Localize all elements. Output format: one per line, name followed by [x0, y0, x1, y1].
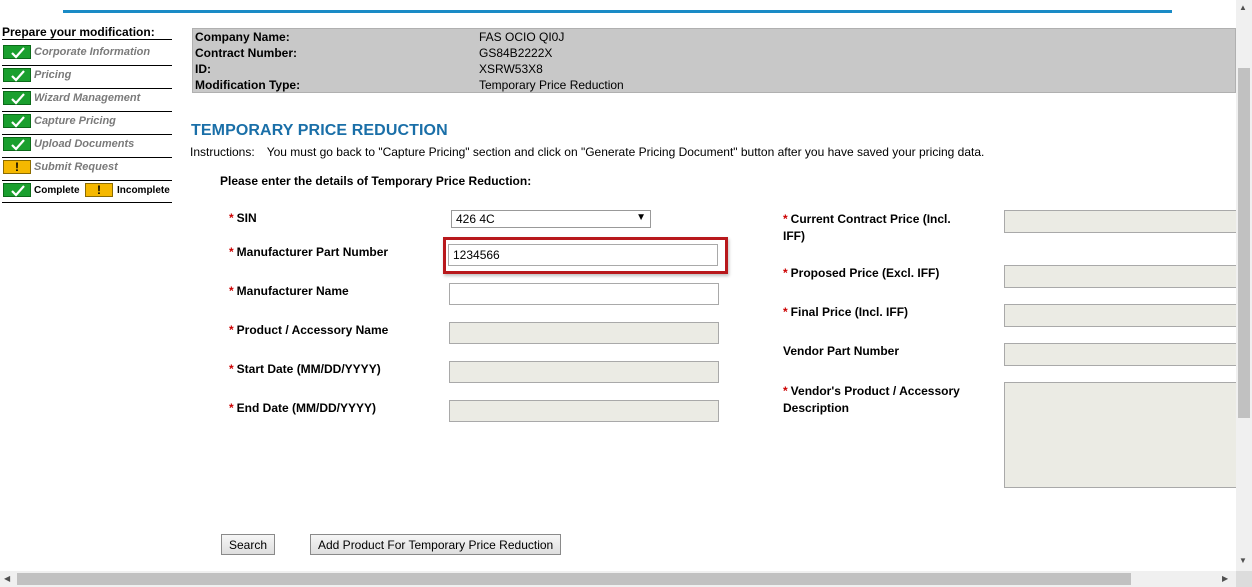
check-icon: [3, 137, 31, 151]
form-subheading: Please enter the details of Temporary Pr…: [220, 174, 532, 188]
instructions-text: You must go back to "Capture Pricing" se…: [266, 145, 985, 159]
proposed-price-label-text: Proposed Price (Excl. IFF): [790, 266, 940, 280]
sidebar-item-corporate-information[interactable]: Corporate Information: [2, 43, 172, 66]
mpn-label: * Manufacturer Part Number: [229, 245, 388, 259]
required-marker: *: [229, 323, 234, 337]
id-label: ID:: [195, 62, 211, 76]
sidebar-item-upload-documents[interactable]: Upload Documents: [2, 135, 172, 158]
current-price-input: [1004, 210, 1236, 233]
instructions-label: Instructions:: [190, 145, 255, 159]
required-marker: *: [229, 284, 234, 298]
required-marker: *: [229, 211, 234, 225]
start-date-input: [449, 361, 719, 383]
sidebar-item-label: Capture Pricing: [34, 115, 116, 127]
sidebar-item-wizard-management[interactable]: Wizard Management: [2, 89, 172, 112]
company-name-value: FAS OCIO QI0J: [479, 30, 565, 44]
add-product-button[interactable]: Add Product For Temporary Price Reductio…: [310, 534, 562, 555]
sidebar-item-capture-pricing[interactable]: Capture Pricing: [2, 112, 172, 135]
check-icon: [3, 91, 31, 105]
manufacturer-name-label-text: Manufacturer Name: [236, 284, 349, 298]
required-marker: *: [783, 305, 788, 319]
required-marker: *: [783, 384, 788, 398]
current-price-label: * Current Contract Price (Incl. IFF): [783, 211, 973, 245]
manufacturer-part-number-input[interactable]: [448, 244, 718, 266]
check-icon: [3, 183, 31, 197]
instructions: Instructions: You must go back to "Captur…: [190, 145, 984, 159]
sin-label: * SIN: [229, 211, 257, 225]
id-value: XSRW53X8: [479, 62, 543, 76]
horizontal-scrollbar[interactable]: ◀ ▶: [0, 571, 1236, 587]
sidebar-item-label: Upload Documents: [34, 138, 135, 150]
check-icon: [3, 45, 31, 59]
sin-selected-value: 426 4C: [456, 212, 495, 226]
start-date-label: * Start Date (MM/DD/YYYY): [229, 362, 381, 376]
contract-number-value: GS84B2222X: [479, 46, 553, 60]
scroll-left-icon[interactable]: ◀: [4, 574, 10, 583]
manufacturer-name-input[interactable]: [449, 283, 719, 305]
sidebar-item-submit-request[interactable]: ! Submit Request: [2, 158, 172, 181]
sidebar-title: Prepare your modification:: [2, 25, 172, 40]
sidebar-item-label: Submit Request: [34, 161, 118, 173]
required-marker: *: [229, 245, 234, 259]
vendor-part-number-input: [1004, 343, 1236, 366]
vertical-scrollbar[interactable]: ▲ ▼: [1236, 0, 1252, 571]
page-title: TEMPORARY PRICE REDUCTION: [191, 122, 448, 139]
scroll-right-icon[interactable]: ▶: [1222, 574, 1228, 583]
vendor-description-label: * Vendor's Product / Accessory Descriptio…: [783, 383, 973, 417]
scroll-down-icon[interactable]: ▼: [1239, 556, 1247, 565]
warning-icon: !: [85, 183, 113, 197]
sidebar-item-label: Pricing: [34, 69, 72, 81]
sidebar-item-label: Wizard Management: [34, 92, 141, 104]
legend-complete-label: Complete: [34, 185, 80, 196]
start-date-label-text: Start Date (MM/DD/YYYY): [236, 362, 381, 376]
final-price-input: [1004, 304, 1236, 327]
header-rule: [63, 10, 1172, 13]
modification-type-value: Temporary Price Reduction: [479, 78, 624, 92]
product-name-input: [449, 322, 719, 344]
proposed-price-input: [1004, 265, 1236, 288]
required-marker: *: [229, 362, 234, 376]
search-button[interactable]: Search: [221, 534, 276, 555]
vertical-scroll-thumb[interactable]: [1238, 68, 1250, 418]
sin-select[interactable]: 426 4C ▼: [451, 210, 651, 228]
company-name-label: Company Name:: [195, 30, 290, 44]
product-name-label: * Product / Accessory Name: [229, 323, 388, 337]
sin-label-text: SIN: [236, 211, 257, 225]
product-name-label-text: Product / Accessory Name: [236, 323, 389, 337]
vendor-description-textarea: [1004, 382, 1236, 488]
contract-number-label: Contract Number:: [195, 46, 298, 60]
end-date-label-text: End Date (MM/DD/YYYY): [236, 401, 377, 415]
dropdown-arrow-icon[interactable]: ▼: [636, 212, 646, 223]
required-marker: *: [229, 401, 234, 415]
modification-type-label: Modification Type:: [195, 78, 301, 92]
final-price-label: * Final Price (Incl. IFF): [783, 305, 908, 319]
horizontal-scroll-thumb[interactable]: [17, 573, 1131, 585]
legend-incomplete-label: Incomplete: [117, 185, 170, 196]
modification-info-panel: Company Name: FAS OCIO QI0J Contract Num…: [192, 28, 1236, 93]
mpn-label-text: Manufacturer Part Number: [236, 245, 389, 259]
status-legend: Complete ! Incomplete: [2, 181, 172, 203]
current-price-label-text: Current Contract Price (Incl. IFF): [783, 212, 951, 243]
final-price-label-text: Final Price (Incl. IFF): [790, 305, 909, 319]
scrollbar-corner: [1236, 571, 1252, 587]
scroll-up-icon[interactable]: ▲: [1239, 3, 1247, 12]
manufacturer-name-label: * Manufacturer Name: [229, 284, 349, 298]
vendor-description-label-text: Vendor's Product / Accessory Description: [783, 384, 960, 415]
end-date-label: * End Date (MM/DD/YYYY): [229, 401, 376, 415]
sidebar-item-pricing[interactable]: Pricing: [2, 66, 172, 89]
wizard-sidebar: Prepare your modification: Corporate Inf…: [2, 25, 172, 203]
vendor-part-number-label: Vendor Part Number: [783, 344, 900, 358]
check-icon: [3, 114, 31, 128]
warning-icon: !: [3, 160, 31, 174]
proposed-price-label: * Proposed Price (Excl. IFF): [783, 266, 939, 280]
required-marker: *: [783, 212, 788, 226]
required-marker: *: [783, 266, 788, 280]
sidebar-item-label: Corporate Information: [34, 46, 151, 58]
end-date-input: [449, 400, 719, 422]
check-icon: [3, 68, 31, 82]
